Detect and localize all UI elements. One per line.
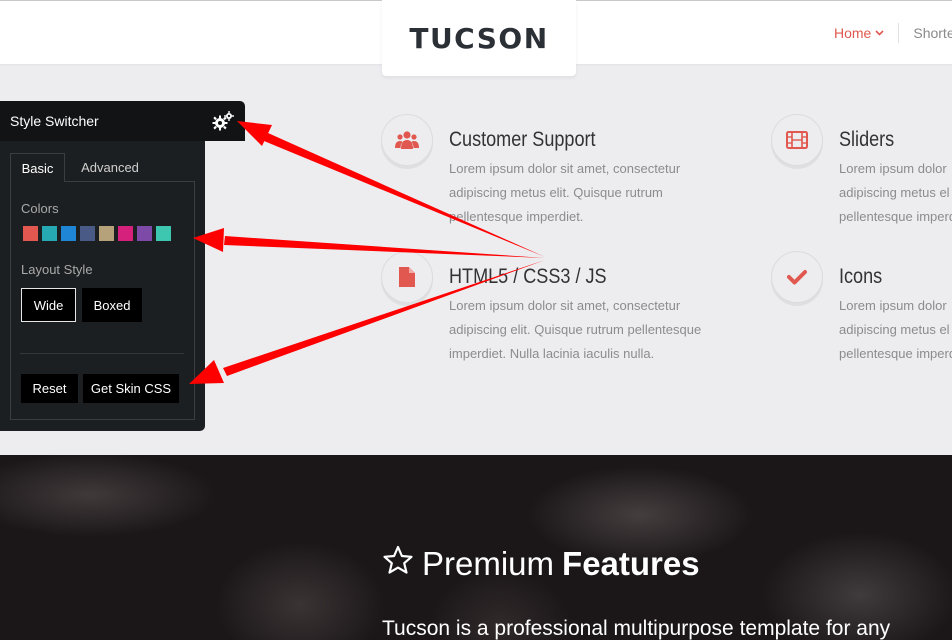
tab-advanced[interactable]: Advanced bbox=[70, 153, 150, 182]
feature-title-support: Customer Support bbox=[449, 128, 596, 151]
feature-text-icons-2: adipiscing metus el bbox=[839, 322, 950, 337]
nav-home-link[interactable]: Home bbox=[834, 23, 900, 43]
get-skin-css-button[interactable]: Get Skin CSS bbox=[83, 374, 179, 403]
colors-label: Colors bbox=[21, 201, 59, 216]
layout-wide-button[interactable]: Wide bbox=[21, 288, 76, 322]
site-logo[interactable]: TUCSON bbox=[382, 22, 576, 55]
check-icon bbox=[771, 251, 823, 303]
feature-text-icons-3: pellentesque imperd bbox=[839, 346, 952, 361]
color-swatch-red[interactable] bbox=[23, 226, 38, 241]
reset-button[interactable]: Reset bbox=[21, 374, 78, 403]
feature-title-html5: HTML5 / CSS3 / JS bbox=[449, 265, 607, 288]
style-switcher-panel: Basic Advanced Colors Layout Style Wide … bbox=[0, 141, 205, 431]
style-switcher-header: Style Switcher bbox=[0, 101, 245, 141]
color-swatch-slate[interactable] bbox=[80, 226, 95, 241]
nav-home-label: Home bbox=[834, 25, 872, 41]
premium-title-light: Premium bbox=[422, 545, 555, 582]
feature-text-support-2: adipiscing metus elit. Quisque rutrum bbox=[449, 185, 663, 200]
color-swatch-pink[interactable] bbox=[118, 226, 133, 241]
premium-title: Premium Features bbox=[382, 545, 700, 583]
feature-text-sliders-2: adipiscing metus el bbox=[839, 185, 950, 200]
layout-style-label: Layout Style bbox=[21, 262, 93, 277]
feature-title-icons: Icons bbox=[839, 265, 883, 288]
tab-basic[interactable]: Basic bbox=[10, 153, 65, 182]
premium-title-bold: Features bbox=[562, 545, 700, 582]
logo-tab: TUCSON bbox=[382, 0, 576, 76]
color-swatch-aqua[interactable] bbox=[156, 226, 171, 241]
feature-text-html5-3: imperdiet. Nulla lacinia iaculis nulla. bbox=[449, 346, 655, 361]
users-icon bbox=[381, 114, 433, 166]
main-nav: Home Shorte bbox=[834, 23, 952, 43]
divider bbox=[20, 353, 184, 354]
film-icon bbox=[771, 114, 823, 166]
feature-text-support-1: Lorem ipsum dolor sit amet, consectetur bbox=[449, 161, 681, 176]
file-icon bbox=[381, 251, 433, 303]
layout-boxed-button[interactable]: Boxed bbox=[82, 288, 142, 322]
feature-text-sliders-1: Lorem ipsum dolor bbox=[839, 161, 947, 176]
feature-text-html5-2: adipiscing elit. Quisque rutrum pellente… bbox=[449, 322, 702, 337]
color-swatch-purple[interactable] bbox=[137, 226, 152, 241]
feature-text-html5-1: Lorem ipsum dolor sit amet, consectetur bbox=[449, 298, 681, 313]
color-swatch-tan[interactable] bbox=[99, 226, 114, 241]
arrow-to-colors bbox=[193, 228, 545, 258]
color-swatch-blue[interactable] bbox=[61, 226, 76, 241]
feature-title-sliders: Sliders bbox=[839, 128, 895, 151]
star-icon bbox=[382, 545, 414, 583]
feature-text-icons-1: Lorem ipsum dolor bbox=[839, 298, 947, 313]
style-switcher-title: Style Switcher bbox=[10, 113, 99, 129]
color-swatch-teal[interactable] bbox=[42, 226, 57, 241]
feature-text-support-3: pellentesque imperdiet. bbox=[449, 209, 584, 224]
feature-text-sliders-3: pellentesque imperd bbox=[839, 209, 952, 224]
chevron-down-icon bbox=[875, 28, 884, 39]
premium-text: Tucson is a professional multipurpose te… bbox=[382, 617, 891, 640]
premium-features-section: Premium Features Tucson is a professiona… bbox=[0, 455, 952, 640]
gears-icon[interactable] bbox=[212, 111, 234, 131]
nav-shortcodes-link[interactable]: Shorte bbox=[899, 25, 952, 41]
